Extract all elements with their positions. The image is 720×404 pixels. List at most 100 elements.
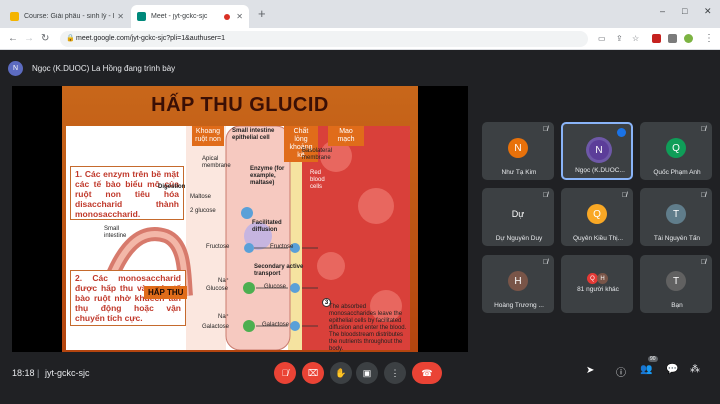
reload-icon[interactable]: ↻ [41, 32, 49, 46]
participant-name: Dự Nguyễn Duy [495, 235, 543, 242]
share-icon[interactable]: ⇪ [616, 32, 623, 46]
moodle-icon [10, 12, 19, 21]
label-maltose: Maltose [190, 194, 212, 200]
presenter-text: Ngọc (K.DUOC) La Hồng đang trình bày [32, 63, 176, 73]
presentation-stage[interactable]: HẤP THU GLUCID 1. Các enzym trên bề mặt … [12, 86, 468, 352]
label-galactose-left: Galactose [202, 324, 230, 330]
avatar: N [508, 138, 528, 158]
meet-icon [137, 12, 146, 21]
forward-icon[interactable]: → [24, 32, 34, 46]
presenter-avatar: N [8, 60, 23, 76]
separator: | [37, 368, 40, 378]
label-galactose-right: Galactose [262, 322, 290, 328]
participant-tile[interactable]: 🎙̸ Q Quốc Phạm Anh [640, 122, 712, 180]
activities-icon[interactable]: ⁂ [690, 364, 700, 375]
tab-meet[interactable]: Meet - jyt-gckc-sjc ✕ [131, 5, 249, 28]
label-fructose-right: Fructose [270, 244, 294, 250]
hand-icon: ✋ [335, 367, 347, 378]
label-fructose-left: Fructose [206, 244, 230, 250]
participant-name: Bạn [671, 302, 683, 309]
others-tile[interactable]: Q H 81 người khác [561, 255, 633, 313]
label-na-1: Na⁺ [218, 278, 229, 284]
star-icon[interactable]: ☆ [632, 32, 639, 46]
presenter-banner: N Ngọc (K.DUOC) La Hồng đang trình bày [8, 58, 175, 78]
mic-off-icon: 🎙̸ [542, 126, 548, 133]
new-tab-button[interactable]: + [258, 7, 266, 20]
label-2-glucose: 2 glucose [190, 208, 216, 214]
avatar: H [508, 271, 528, 291]
slide-text-box-1: 1. Các enzym trên bề mặt các tế bào biểu… [70, 166, 184, 220]
people-icon[interactable]: 👥 [640, 364, 652, 375]
mic-off-icon: 🎙̸ [621, 192, 627, 199]
label-na-2: Na⁺ [218, 314, 229, 320]
label-epithelial-cell: Small intestine epithelial cell [232, 128, 275, 141]
avatar: T [666, 204, 686, 224]
url-field[interactable]: 🔒 meet.google.com/jyt-gckc-sjc?pli=1&aut… [60, 31, 588, 47]
tab-course[interactable]: Course: Giải phẫu - sinh lý - LTIA ✕ [4, 5, 130, 28]
back-icon[interactable]: ← [8, 32, 18, 46]
more-options-button[interactable]: ⋮ [384, 362, 406, 384]
label-secondary-active: Secondary active transport [254, 264, 304, 277]
mic-off-icon: 🎙̸ [542, 192, 548, 199]
participant-tile[interactable]: 🎙̸ N Như Tạ Kim [482, 122, 554, 180]
mic-off-icon: 🎙̸ [700, 192, 706, 199]
label-khoang-ruot-non: Khoang ruột non [192, 126, 224, 146]
participant-name: Tài Nguyễn Tấn [653, 235, 701, 242]
participant-tile[interactable]: 🎙̸ Q Quyên Kiều Thị... [561, 188, 633, 246]
participant-tile[interactable]: 🎙̸ H Hoàng Trương ... [482, 255, 554, 313]
puzzle-icon[interactable] [668, 34, 677, 43]
label-apical: Apical membrane [202, 156, 231, 169]
phone-hangup-icon: ☎ [421, 367, 433, 378]
participant-tile-active[interactable]: N Ngọc (K.DUOC... [561, 122, 633, 180]
mic-off-icon: 🎙̸ [700, 126, 706, 133]
camera-off-icon: ⌧ [307, 367, 319, 378]
avatar: Q [587, 204, 607, 224]
menu-icon[interactable]: ⋮ [704, 32, 714, 46]
label-mao-mach: Mao mạch [328, 126, 364, 146]
participant-name: Quyên Kiều Thị... [572, 235, 624, 242]
participant-name: Ngọc (K.DUOC... [575, 167, 625, 174]
avatar: Q [666, 138, 686, 158]
address-bar: ← → ↻ 🔒 meet.google.com/jyt-gckc-sjc?pli… [0, 28, 720, 50]
maximize-button[interactable]: □ [682, 6, 687, 16]
avatar: H [597, 273, 608, 284]
close-icon[interactable]: ✕ [236, 12, 243, 21]
avatar: Dự [508, 204, 528, 224]
label-small-intestine: Small intestine [104, 226, 127, 239]
participant-tile[interactable]: 🎙̸ Dự Dự Nguyễn Duy [482, 188, 554, 246]
profile-avatar[interactable] [684, 34, 693, 43]
extension-icon[interactable] [652, 34, 661, 43]
avatar: N [589, 140, 609, 160]
label-basolateral: Basolateral membrane [302, 148, 333, 161]
self-tile[interactable]: 🎙̸ T Bạn [640, 255, 712, 313]
people-count-badge: 90 [648, 356, 658, 362]
mouse-cursor-icon: ➤ [586, 365, 595, 376]
mic-off-icon: 🎙̸ [281, 368, 289, 378]
minimize-button[interactable]: – [660, 6, 665, 16]
participant-tile[interactable]: 🎙̸ T Tài Nguyễn Tấn [640, 188, 712, 246]
participant-name: Hoàng Trương ... [494, 302, 544, 309]
present-button[interactable]: ▣ [356, 362, 378, 384]
tab-title: Meet - jyt-gckc-sjc [151, 13, 208, 20]
label-digestion: Digestion [158, 184, 186, 190]
cast-icon[interactable]: ▭ [598, 32, 606, 46]
raise-hand-button[interactable]: ✋ [330, 362, 352, 384]
close-icon[interactable]: ✕ [117, 12, 124, 21]
info-icon[interactable]: ⓘ [616, 364, 626, 379]
tab-strip: Course: Giải phẫu - sinh lý - LTIA ✕ Mee… [0, 0, 720, 28]
label-enzyme: Enzyme (for example, maltase) [250, 166, 285, 186]
lock-icon: 🔒 [66, 35, 75, 42]
tab-title: Course: Giải phẫu - sinh lý - LTIA [24, 13, 114, 20]
others-count: 81 người khác [577, 286, 619, 293]
hap-thu-label: HẤP THU [144, 286, 188, 299]
leave-call-button[interactable]: ☎ [412, 362, 442, 384]
absorption-note: The absorbed monosaccharides leave the e… [329, 304, 407, 352]
more-vert-icon: ⋮ [390, 367, 400, 378]
url-text: meet.google.com/jyt-gckc-sjc?pli=1&authu… [76, 35, 226, 42]
speaking-indicator-icon [617, 128, 626, 137]
camera-toggle-button[interactable]: ⌧ [302, 362, 324, 384]
mic-toggle-button[interactable]: 🎙̸ [274, 362, 296, 384]
close-window-button[interactable]: ✕ [704, 6, 712, 17]
chat-icon[interactable]: 💬 [666, 364, 678, 375]
label-facilitated-diffusion: Facilitated diffusion [252, 220, 282, 233]
